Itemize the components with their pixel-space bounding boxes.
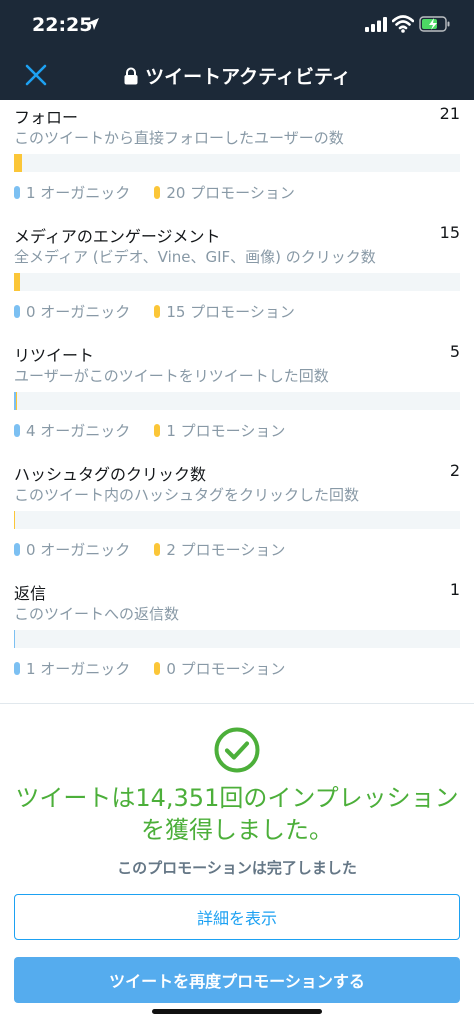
organic-dot-icon — [14, 305, 20, 318]
metric-bar — [14, 630, 460, 648]
metric-item: ハッシュタグのクリック数 2 このツイート内のハッシュタグをクリックした回数 0… — [0, 457, 474, 576]
organic-dot-icon — [14, 543, 20, 556]
promoted-label: 2 プロモーション — [166, 541, 286, 559]
organic-label: 0 オーガニック — [26, 303, 131, 321]
promoted-label: 20 プロモーション — [166, 184, 295, 202]
metric-description: ユーザーがこのツイートをリツイートした回数 — [14, 367, 329, 385]
promoted-dot-icon — [154, 543, 161, 556]
lock-icon — [124, 67, 138, 84]
wifi-icon — [392, 15, 414, 33]
promoted-label: 15 プロモーション — [166, 303, 295, 321]
metric-count: 15 — [439, 223, 460, 242]
summary-line-1: ツイートは14,351回のインプレッション — [15, 784, 459, 812]
organic-dot-icon — [14, 662, 20, 675]
metric-name: メディアのエンゲージメント — [14, 227, 221, 246]
summary-line-2: を獲得しました。 — [141, 816, 333, 844]
metric-legend: 1 オーガニック 20 プロモーション — [14, 182, 295, 203]
organic-label: 0 オーガニック — [26, 541, 131, 559]
metric-item: 返信 1 このツイートへの返信数 1 オーガニック 0 プロモーション — [0, 576, 474, 695]
metric-description: 全メディア (ビデオ、Vine、GIF、画像) のクリック数 — [14, 248, 376, 266]
promotion-complete-text: このプロモーションは完了しました — [117, 859, 357, 877]
metric-name: 返信 — [14, 584, 47, 603]
promoted-dot-icon — [154, 305, 161, 318]
metric-item: フォロー 21 このツイートから直接フォローしたユーザーの数 1 オーガニック … — [0, 100, 474, 219]
home-indicator[interactable] — [152, 1009, 322, 1014]
signal-icon — [365, 17, 387, 32]
metric-name: リツイート — [14, 346, 95, 365]
metric-legend: 4 オーガニック 1 プロモーション — [14, 420, 285, 441]
metric-description: このツイート内のハッシュタグをクリックした回数 — [14, 486, 360, 504]
metric-legend: 1 オーガニック 0 プロモーション — [14, 658, 285, 679]
promoted-bar-fill — [14, 154, 22, 172]
check-circle-icon — [214, 727, 260, 773]
repromote-tweet-button[interactable]: ツイートを再度プロモーションする — [14, 957, 460, 1003]
promoted-dot-icon — [154, 662, 161, 675]
metric-bar — [14, 273, 460, 291]
header-title: ツイートアクティビティ — [0, 62, 474, 89]
metric-legend: 0 オーガニック 2 プロモーション — [14, 539, 285, 560]
metric-legend: 0 オーガニック 15 プロモーション — [14, 301, 295, 322]
metric-name: ハッシュタグのクリック数 — [14, 465, 207, 484]
metric-bar — [14, 392, 460, 410]
metric-description: このツイートへの返信数 — [14, 605, 180, 623]
metric-count: 2 — [449, 461, 460, 480]
metric-name: フォロー — [14, 108, 79, 127]
metric-count: 1 — [449, 580, 460, 599]
impressions-summary: ツイートは14,351回のインプレッション を獲得しました。 — [0, 782, 474, 846]
status-time: 22:25 — [32, 14, 93, 36]
organic-dot-icon — [14, 186, 20, 199]
organic-label: 4 オーガニック — [26, 422, 131, 440]
metric-count: 21 — [439, 104, 460, 123]
page-title: ツイートアクティビティ — [145, 66, 351, 88]
organic-label: 1 オーガニック — [26, 184, 131, 202]
organic-dot-icon — [14, 424, 20, 437]
header: 22:25 ツイートアクティビティ — [0, 0, 474, 100]
promoted-label: 1 プロモーション — [166, 422, 286, 440]
promoted-label: 0 プロモーション — [166, 660, 286, 678]
organic-label: 1 オーガニック — [26, 660, 131, 678]
battery-charging-icon — [419, 16, 450, 32]
metric-bar — [14, 511, 460, 529]
metric-bar — [14, 154, 460, 172]
metric-item: メディアのエンゲージメント 15 全メディア (ビデオ、Vine、GIF、画像)… — [0, 219, 474, 338]
divider — [0, 703, 474, 704]
metric-count: 5 — [449, 342, 460, 361]
promoted-bar-fill — [14, 273, 20, 291]
metric-item: リツイート 5 ユーザーがこのツイートをリツイートした回数 4 オーガニック 1… — [0, 338, 474, 457]
promoted-bar-fill — [14, 511, 15, 529]
promoted-dot-icon — [154, 424, 161, 437]
view-details-button[interactable]: 詳細を表示 — [14, 894, 460, 940]
promoted-dot-icon — [154, 186, 161, 199]
location-arrow-icon — [87, 18, 99, 30]
metric-description: このツイートから直接フォローしたユーザーの数 — [14, 129, 344, 147]
